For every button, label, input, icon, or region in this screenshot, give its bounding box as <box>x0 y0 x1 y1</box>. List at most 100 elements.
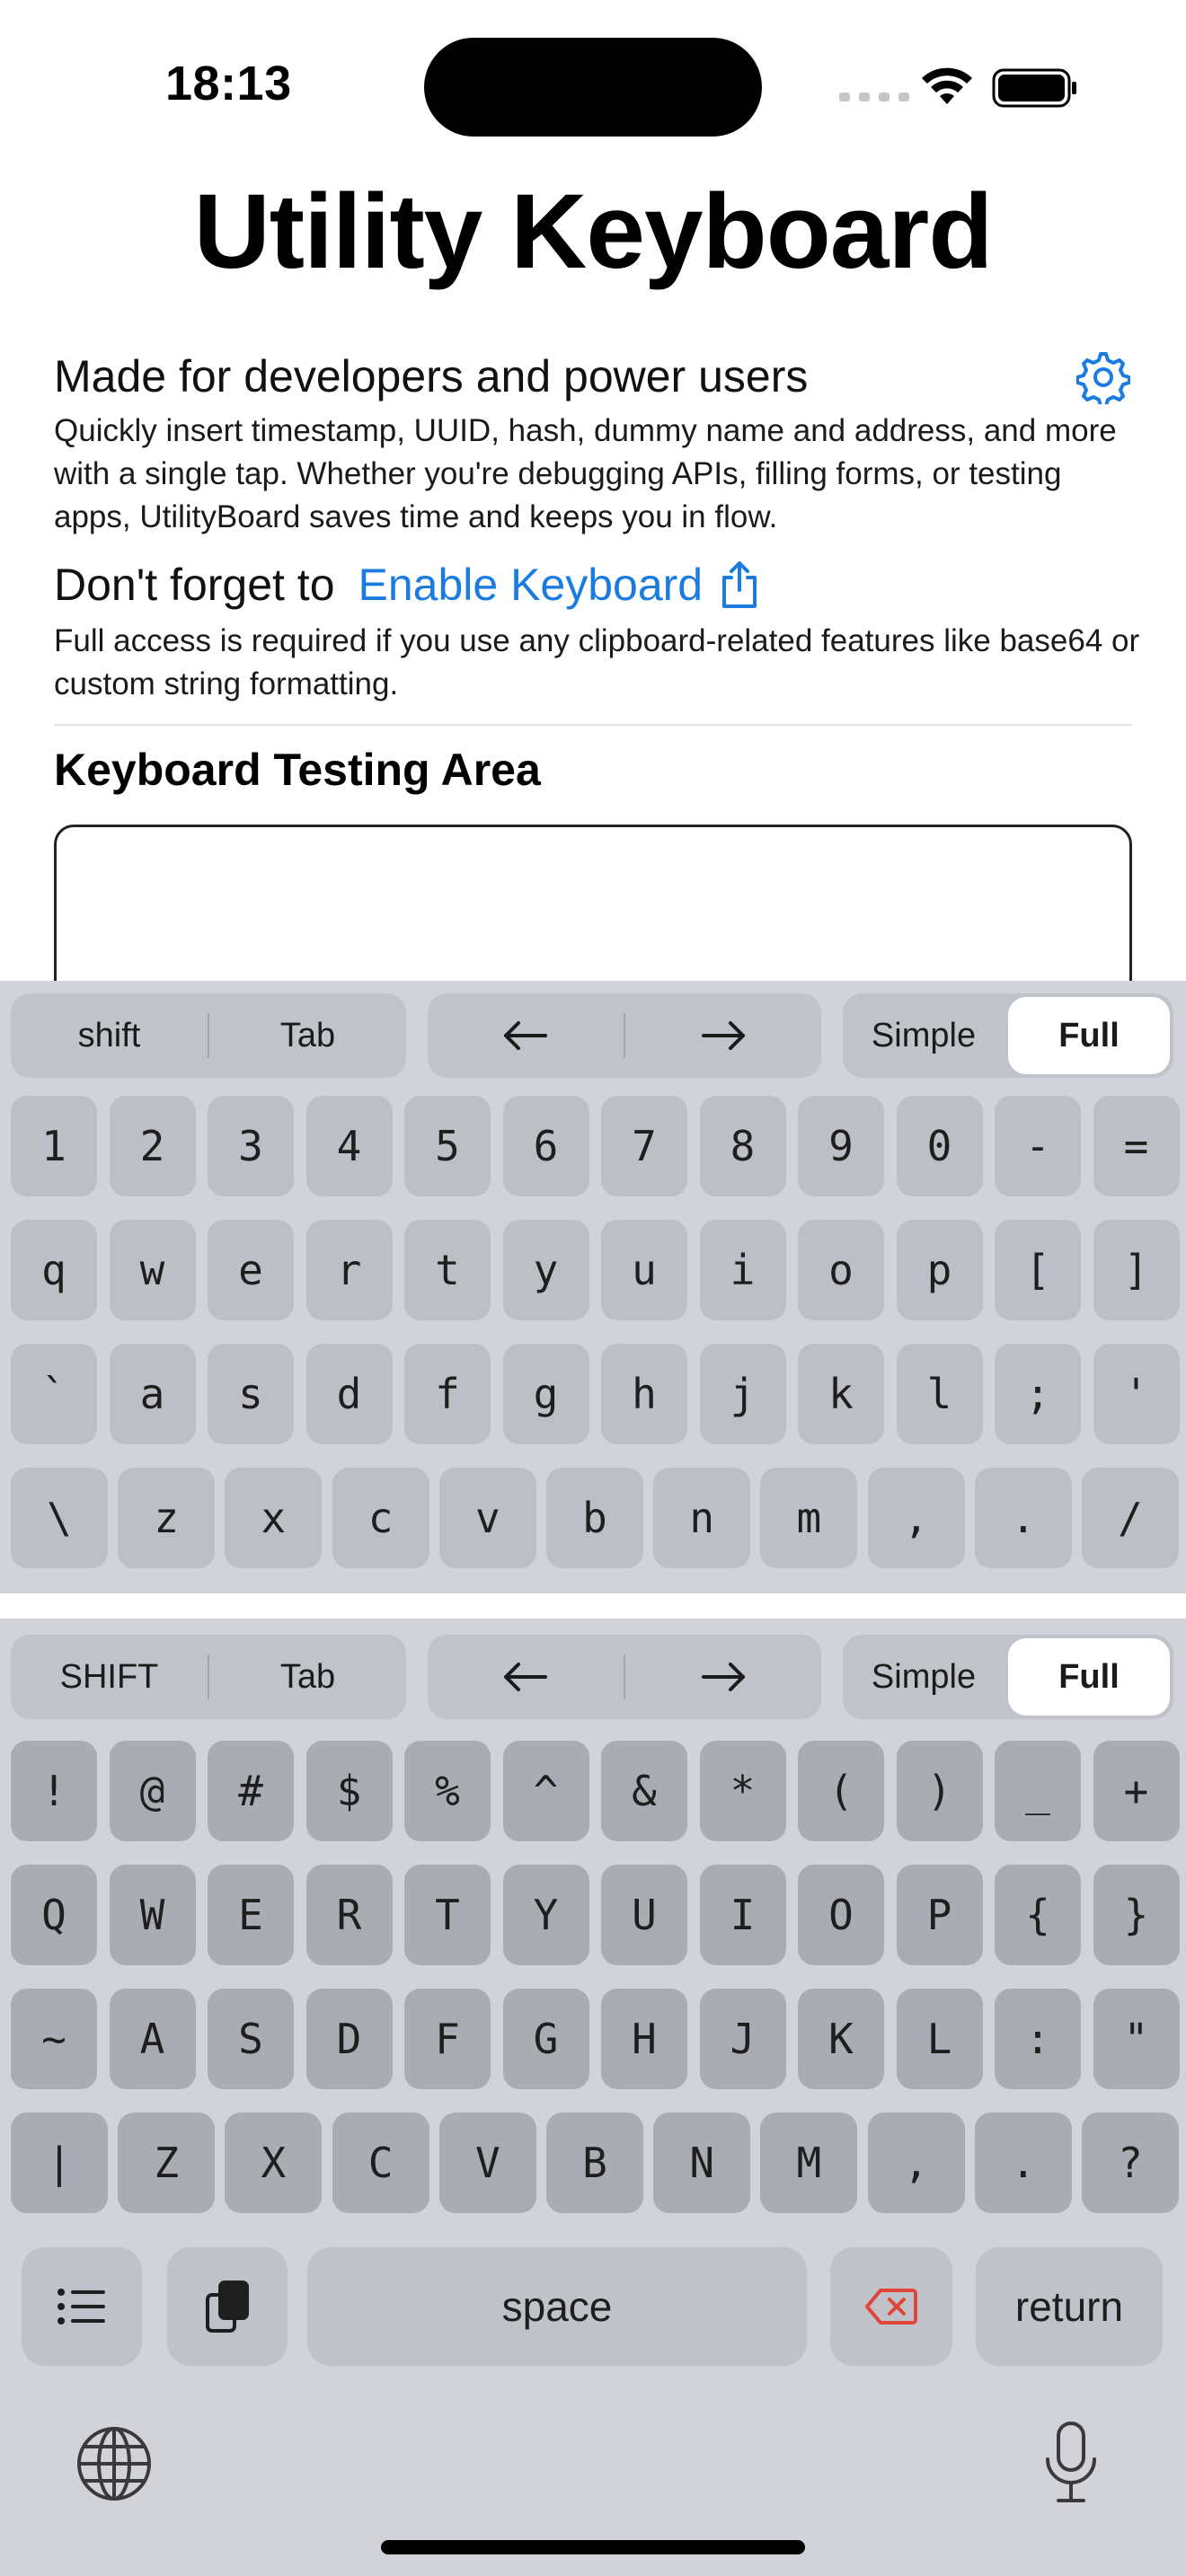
key[interactable]: z <box>118 1468 216 1568</box>
key[interactable]: ` <box>11 1344 97 1444</box>
left-arrow-key[interactable] <box>428 993 624 1078</box>
key[interactable]: 0 <box>896 1096 983 1196</box>
key[interactable]: s <box>208 1344 294 1444</box>
key[interactable]: i <box>699 1220 786 1320</box>
key[interactable]: ; <box>995 1344 1081 1444</box>
space-key[interactable]: space <box>307 2247 807 2366</box>
key[interactable]: % <box>404 1741 491 1841</box>
key[interactable]: + <box>1093 1741 1180 1841</box>
key[interactable]: [ <box>995 1220 1081 1320</box>
key[interactable]: & <box>601 1741 687 1841</box>
mode-full[interactable]: Full <box>1008 997 1170 1074</box>
key[interactable]: 1 <box>11 1096 97 1196</box>
key[interactable]: R <box>305 1865 393 1965</box>
key[interactable]: m <box>760 1468 858 1568</box>
key[interactable]: b <box>546 1468 643 1568</box>
key[interactable]: ~ <box>11 1989 97 2089</box>
right-arrow-key[interactable] <box>625 993 821 1078</box>
tab-key[interactable]: Tab <box>209 993 406 1078</box>
key[interactable]: 4 <box>305 1096 393 1196</box>
key[interactable]: I <box>699 1865 786 1965</box>
key[interactable]: 9 <box>798 1096 884 1196</box>
key[interactable]: * <box>699 1741 786 1841</box>
key[interactable]: Y <box>502 1865 589 1965</box>
key[interactable]: ^ <box>502 1741 589 1841</box>
key[interactable]: U <box>601 1865 687 1965</box>
key[interactable]: J <box>699 1989 786 2089</box>
key[interactable]: W <box>109 1865 196 1965</box>
return-key[interactable]: return <box>976 2247 1163 2366</box>
key[interactable]: 6 <box>502 1096 589 1196</box>
key[interactable]: q <box>11 1220 97 1320</box>
key[interactable]: o <box>798 1220 884 1320</box>
key[interactable]: f <box>404 1344 491 1444</box>
key[interactable]: 5 <box>404 1096 491 1196</box>
key[interactable]: \ <box>11 1468 108 1568</box>
key[interactable]: 7 <box>601 1096 687 1196</box>
left-arrow-key[interactable] <box>428 1635 624 1719</box>
key[interactable]: ) <box>896 1741 983 1841</box>
key[interactable]: j <box>699 1344 786 1444</box>
key[interactable]: p <box>896 1220 983 1320</box>
key[interactable]: 2 <box>109 1096 196 1196</box>
key[interactable]: D <box>305 1989 393 2089</box>
key[interactable]: " <box>1093 1989 1180 2089</box>
key[interactable]: # <box>208 1741 294 1841</box>
key[interactable]: N <box>653 2113 751 2213</box>
key[interactable]: e <box>208 1220 294 1320</box>
clipboard-key[interactable] <box>167 2247 288 2366</box>
key[interactable]: C <box>332 2113 429 2213</box>
key[interactable]: h <box>601 1344 687 1444</box>
key[interactable]: M <box>760 2113 858 2213</box>
microphone-icon[interactable] <box>1042 2420 1100 2506</box>
key[interactable]: 8 <box>699 1096 786 1196</box>
key[interactable]: . <box>974 2113 1072 2213</box>
key[interactable]: P <box>896 1865 983 1965</box>
mode-simple[interactable]: Simple <box>843 1635 1005 1719</box>
shift-key[interactable]: shift <box>11 993 208 1078</box>
mode-full[interactable]: Full <box>1008 1638 1170 1716</box>
key[interactable]: , <box>867 1468 965 1568</box>
key[interactable]: Z <box>118 2113 216 2213</box>
key[interactable]: a <box>109 1344 196 1444</box>
key[interactable]: L <box>896 1989 983 2089</box>
key[interactable]: H <box>601 1989 687 2089</box>
key[interactable]: . <box>974 1468 1072 1568</box>
key[interactable]: ! <box>11 1741 97 1841</box>
key[interactable]: ] <box>1093 1220 1180 1320</box>
key[interactable]: { <box>995 1865 1081 1965</box>
key[interactable]: n <box>653 1468 751 1568</box>
share-icon[interactable] <box>717 560 762 610</box>
key[interactable]: ' <box>1093 1344 1180 1444</box>
key[interactable]: @ <box>109 1741 196 1841</box>
key[interactable]: $ <box>305 1741 393 1841</box>
key[interactable]: r <box>305 1220 393 1320</box>
key[interactable]: 3 <box>208 1096 294 1196</box>
key[interactable]: S <box>208 1989 294 2089</box>
key[interactable]: } <box>1093 1865 1180 1965</box>
key[interactable]: K <box>798 1989 884 2089</box>
key[interactable]: | <box>11 2113 108 2213</box>
key[interactable]: ? <box>1082 2113 1179 2213</box>
key[interactable]: : <box>995 1989 1081 2089</box>
key[interactable]: x <box>225 1468 323 1568</box>
key[interactable]: A <box>109 1989 196 2089</box>
tab-key[interactable]: Tab <box>209 1635 406 1719</box>
key[interactable]: T <box>404 1865 491 1965</box>
key[interactable]: d <box>305 1344 393 1444</box>
key[interactable]: y <box>502 1220 589 1320</box>
right-arrow-key[interactable] <box>625 1635 821 1719</box>
key[interactable]: F <box>404 1989 491 2089</box>
delete-key[interactable] <box>830 2247 952 2366</box>
key[interactable]: t <box>404 1220 491 1320</box>
key[interactable]: O <box>798 1865 884 1965</box>
key[interactable]: v <box>438 1468 536 1568</box>
key[interactable]: E <box>208 1865 294 1965</box>
key[interactable]: u <box>601 1220 687 1320</box>
key[interactable]: ( <box>798 1741 884 1841</box>
key[interactable]: = <box>1093 1096 1180 1196</box>
key[interactable]: w <box>109 1220 196 1320</box>
list-key[interactable] <box>22 2247 142 2366</box>
key[interactable]: G <box>502 1989 589 2089</box>
enable-keyboard-link[interactable]: Enable Keyboard <box>358 559 704 611</box>
